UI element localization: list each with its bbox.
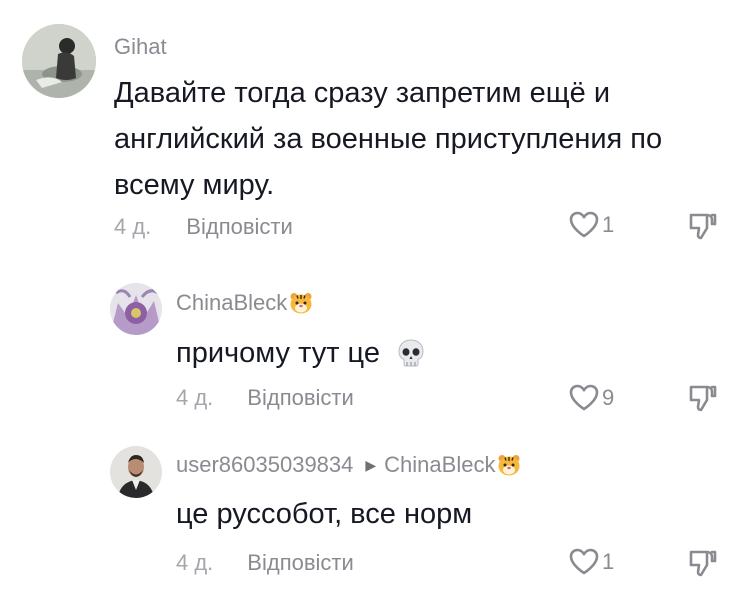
tiger-face-emoji-icon — [290, 293, 312, 314]
username-row: user86035039834 ▶ ChinaBleck — [176, 452, 521, 478]
comment-text: причому тут це — [176, 333, 426, 373]
like-count: 1 — [602, 211, 615, 237]
skull-emoji-icon — [398, 339, 424, 367]
username[interactable]: user86035039834 — [176, 452, 353, 478]
thumbs-down-icon — [689, 550, 717, 577]
comment-text: це руссобот, все норм — [176, 498, 473, 530]
reply-button[interactable]: Відповісти — [186, 214, 293, 240]
avatar[interactable] — [110, 283, 162, 335]
like-button[interactable]: 1 — [568, 210, 614, 239]
like-button[interactable]: 9 — [568, 383, 614, 412]
heart-outline-icon — [569, 548, 599, 575]
like-button[interactable]: 1 — [568, 547, 614, 576]
avatar[interactable] — [110, 446, 162, 498]
username[interactable]: ChinaBleck — [176, 290, 287, 316]
avatar-image — [110, 446, 162, 498]
reply-button[interactable]: Відповісти — [247, 385, 354, 411]
like-count: 1 — [602, 548, 615, 574]
comment-meta: 4 д. Відповісти — [114, 214, 293, 240]
thumbs-down-icon — [689, 385, 717, 412]
comment-meta: 4 д. Відповісти — [176, 385, 354, 411]
comment-text-content: причому тут це — [176, 337, 380, 369]
like-count: 9 — [602, 384, 615, 410]
avatar-image — [110, 283, 162, 335]
reply-to-arrow-icon: ▶ — [365, 456, 377, 473]
tiger-face-emoji-icon — [498, 455, 520, 476]
comment-text: Давайте тогда сразу запретим ещё и англи… — [114, 77, 663, 201]
avatar-image — [22, 24, 96, 98]
comment-meta: 4 д. Відповісти — [176, 550, 354, 576]
dislike-button[interactable] — [687, 548, 719, 583]
comment-date: 4 д. — [176, 550, 214, 575]
heart-outline-icon — [569, 384, 599, 411]
reply-button[interactable]: Відповісти — [247, 550, 354, 576]
heart-outline-icon — [569, 211, 599, 238]
comment-date: 4 д. — [114, 214, 152, 239]
avatar[interactable] — [22, 24, 96, 98]
dislike-button[interactable] — [687, 383, 719, 418]
comment-date: 4 д. — [176, 385, 214, 410]
username-row: Gihat — [114, 34, 167, 60]
thumbs-down-icon — [689, 213, 717, 240]
username[interactable]: Gihat — [114, 34, 167, 60]
dislike-button[interactable] — [687, 211, 719, 246]
username-row: ChinaBleck — [176, 290, 313, 316]
reply-to-username[interactable]: ChinaBleck — [384, 452, 495, 478]
